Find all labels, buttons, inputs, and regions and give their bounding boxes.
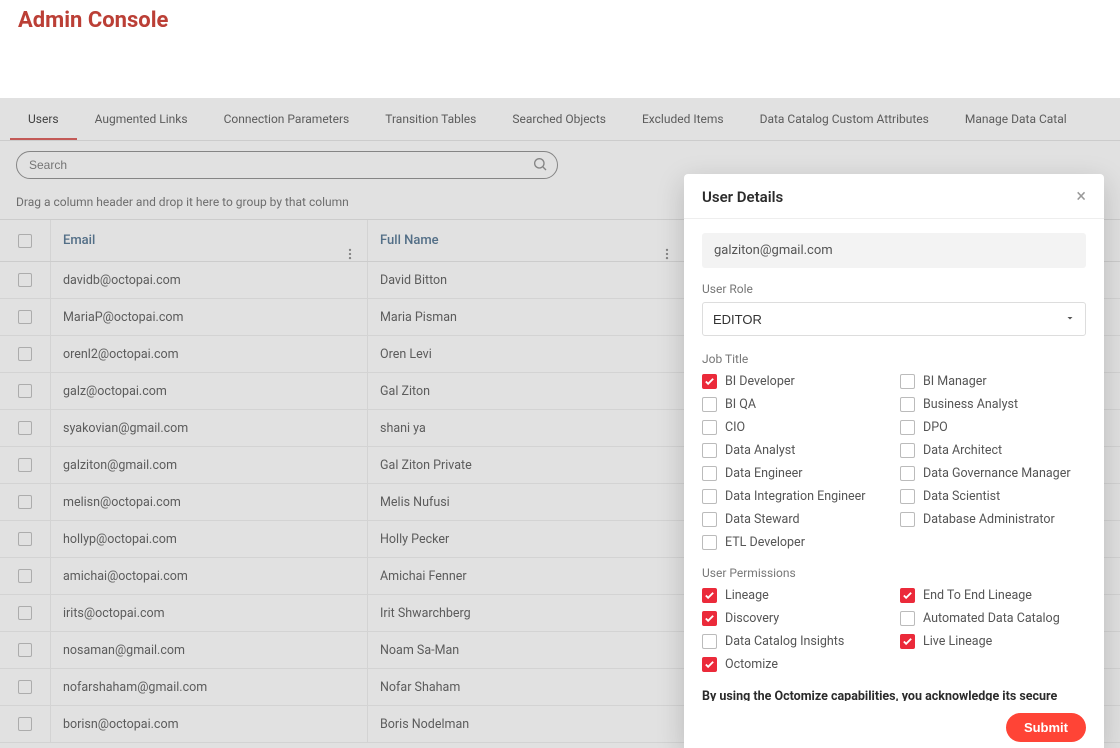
permission-item[interactable]: Automated Data Catalog [900, 609, 1086, 628]
disclaimer-text: By using the Octomize capabilities, you … [702, 688, 1086, 701]
permission-label: Automated Data Catalog [923, 611, 1060, 626]
job-title-item[interactable]: DPO [900, 418, 1086, 437]
checkbox[interactable] [900, 420, 915, 435]
job-title-item[interactable]: Database Administrator [900, 510, 1086, 529]
permission-item[interactable]: Lineage [702, 586, 888, 605]
submit-button[interactable]: Submit [1006, 713, 1086, 742]
role-label: User Role [702, 282, 1086, 296]
job-title-item[interactable]: BI Developer [702, 372, 888, 391]
permissions-label: User Permissions [702, 566, 1086, 580]
checkbox[interactable] [702, 397, 717, 412]
permission-item[interactable]: Data Catalog Insights [702, 632, 888, 651]
checkbox[interactable] [702, 443, 717, 458]
checkbox[interactable] [900, 634, 915, 649]
checkbox[interactable] [702, 420, 717, 435]
checkbox[interactable] [702, 611, 717, 626]
job-title-label: Business Analyst [923, 397, 1018, 412]
user-role-select[interactable]: EDITOR [702, 302, 1086, 336]
panel-title: User Details [702, 188, 783, 206]
permission-label: Discovery [725, 611, 779, 626]
permission-item[interactable]: End To End Lineage [900, 586, 1086, 605]
permission-label: Octomize [725, 657, 778, 672]
checkbox[interactable] [900, 374, 915, 389]
close-icon[interactable]: × [1076, 188, 1086, 206]
checkbox[interactable] [702, 588, 717, 603]
checkbox[interactable] [900, 512, 915, 527]
job-title-label: Data Scientist [923, 489, 1000, 504]
checkbox[interactable] [900, 611, 915, 626]
job-title-label: Database Administrator [923, 512, 1055, 527]
job-title-label: Data Integration Engineer [725, 489, 866, 504]
checkbox[interactable] [900, 443, 915, 458]
job-title-label: Job Title [702, 352, 1086, 366]
job-title-item[interactable]: Data Integration Engineer [702, 487, 888, 506]
job-title-item[interactable]: Data Scientist [900, 487, 1086, 506]
job-title-item[interactable]: Business Analyst [900, 395, 1086, 414]
checkbox[interactable] [702, 657, 717, 672]
job-title-label: DPO [923, 420, 948, 435]
job-title-label: Data Governance Manager [923, 466, 1071, 481]
job-title-label: Data Analyst [725, 443, 795, 458]
job-title-item[interactable]: Data Engineer [702, 464, 888, 483]
job-title-label: BI QA [725, 397, 756, 412]
checkbox[interactable] [702, 634, 717, 649]
job-title-label: BI Manager [923, 374, 987, 389]
permission-label: End To End Lineage [923, 588, 1032, 603]
job-title-label: Data Architect [923, 443, 1002, 458]
job-title-item[interactable]: BI QA [702, 395, 888, 414]
permission-item[interactable]: Live Lineage [900, 632, 1086, 651]
checkbox[interactable] [702, 512, 717, 527]
job-title-item[interactable]: Data Governance Manager [900, 464, 1086, 483]
job-title-item[interactable]: Data Architect [900, 441, 1086, 460]
permission-label: Live Lineage [923, 634, 992, 649]
job-title-item[interactable]: BI Manager [900, 372, 1086, 391]
permission-label: Lineage [725, 588, 769, 603]
job-title-label: CIO [725, 420, 745, 435]
user-email-display: galziton@gmail.com [702, 233, 1086, 268]
job-title-item[interactable]: ETL Developer [702, 533, 888, 552]
job-title-label: Data Steward [725, 512, 800, 527]
checkbox[interactable] [900, 466, 915, 481]
user-details-panel: User Details × galziton@gmail.com User R… [684, 174, 1104, 748]
job-title-label: ETL Developer [725, 535, 805, 550]
job-title-label: Data Engineer [725, 466, 802, 481]
checkbox[interactable] [702, 535, 717, 550]
job-title-label: BI Developer [725, 374, 795, 389]
checkbox[interactable] [702, 374, 717, 389]
checkbox[interactable] [702, 466, 717, 481]
job-title-item[interactable]: Data Steward [702, 510, 888, 529]
checkbox[interactable] [900, 588, 915, 603]
checkbox[interactable] [702, 489, 717, 504]
job-title-item[interactable]: Data Analyst [702, 441, 888, 460]
checkbox[interactable] [900, 489, 915, 504]
checkbox[interactable] [900, 397, 915, 412]
permission-item[interactable]: Discovery [702, 609, 888, 628]
job-title-item[interactable]: CIO [702, 418, 888, 437]
permission-label: Data Catalog Insights [725, 634, 844, 649]
permission-item[interactable]: Octomize [702, 655, 888, 674]
page-title: Admin Console [18, 8, 1102, 33]
